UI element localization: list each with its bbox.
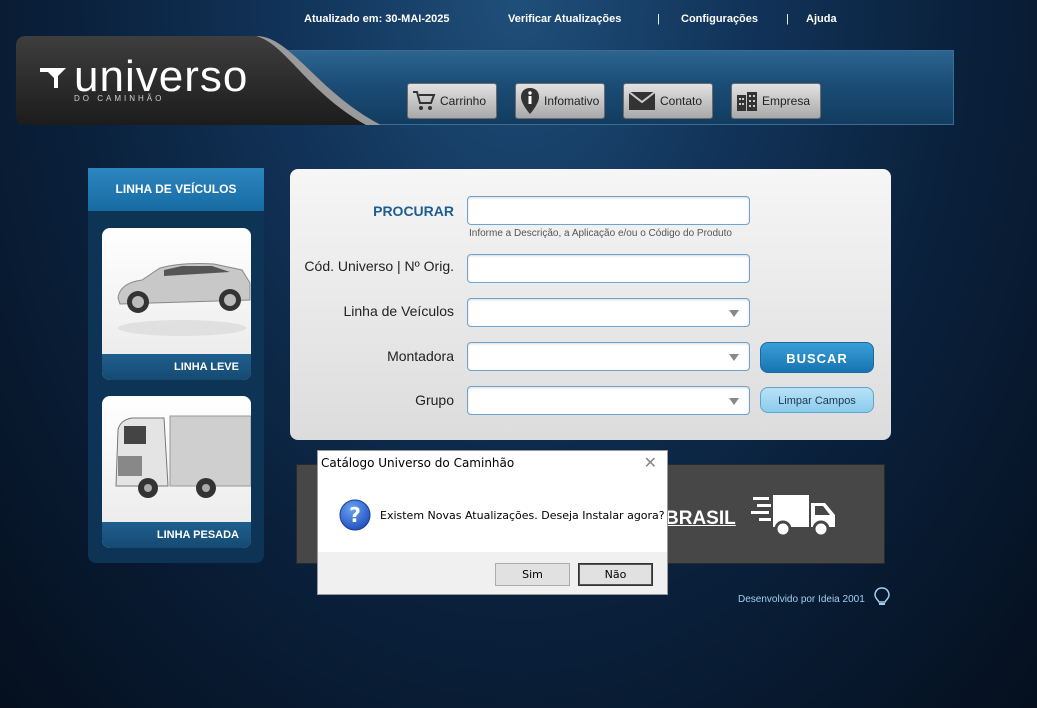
car-image bbox=[117, 263, 251, 336]
logo-subtitle: DO CAMINHÃO bbox=[74, 94, 165, 103]
info-pin-icon bbox=[521, 88, 539, 114]
sidebar-item-label: LINHA LEVE bbox=[102, 354, 251, 380]
settings-link[interactable]: Configurações bbox=[681, 13, 758, 25]
procurar-label: PROCURAR bbox=[373, 203, 454, 219]
no-button[interactable]: Não bbox=[578, 563, 653, 586]
group-label: Grupo bbox=[415, 392, 454, 408]
chevron-down-icon bbox=[729, 354, 739, 361]
dialog-title: Catálogo Universo do Caminhão bbox=[321, 456, 515, 470]
separator: | bbox=[657, 13, 660, 25]
cart-button[interactable]: Carrinho bbox=[407, 83, 497, 119]
yes-button[interactable]: Sim bbox=[495, 563, 570, 586]
chevron-down-icon bbox=[729, 310, 739, 317]
sidebar-item-label: LINHA PESADA bbox=[102, 522, 251, 548]
dialog-footer: Sim Não bbox=[318, 552, 667, 594]
update-dialog: Catálogo Universo do Caminhão ✕ ? Existe… bbox=[317, 450, 668, 595]
close-icon[interactable]: ✕ bbox=[644, 453, 657, 472]
vehicle-line-select[interactable] bbox=[467, 298, 750, 327]
delivery-truck-icon bbox=[751, 495, 835, 538]
sidebar-item-linha-pesada[interactable]: LINHA PESADA bbox=[102, 396, 251, 548]
search-button[interactable]: BUSCAR bbox=[760, 342, 874, 373]
chevron-down-icon bbox=[729, 398, 739, 405]
company-button[interactable]: Empresa bbox=[731, 83, 821, 119]
envelope-icon bbox=[628, 91, 656, 110]
contact-label: Contato bbox=[660, 94, 703, 108]
banner-text: BRASIL bbox=[665, 508, 736, 529]
building-icon bbox=[737, 92, 757, 111]
code-input[interactable] bbox=[467, 254, 750, 283]
maker-select[interactable] bbox=[467, 342, 750, 371]
truck-image bbox=[115, 415, 251, 498]
sidebar-item-linha-leve[interactable]: LINHA LEVE bbox=[102, 228, 251, 380]
clear-fields-button[interactable]: Limpar Campos bbox=[760, 387, 874, 413]
procurar-hint: Informe a Descrição, a Aplicação e/ou o … bbox=[469, 228, 732, 239]
top-bar: Atualizado em: 30-MAI-2025 Verificar Atu… bbox=[0, 0, 1037, 36]
cart-label: Carrinho bbox=[440, 94, 487, 108]
question-icon: ? bbox=[339, 499, 371, 531]
header: Carrinho Infomativo Contato Empresa univ… bbox=[16, 36, 954, 125]
sidebar-title: LINHA DE VEÍCULOS bbox=[88, 168, 264, 211]
code-label: Cód. Universo | Nº Orig. bbox=[304, 258, 454, 274]
info-button[interactable]: Infomativo bbox=[515, 83, 605, 119]
cart-icon bbox=[413, 91, 436, 110]
lightbulb-icon bbox=[874, 587, 890, 605]
search-panel: PROCURAR Informe a Descrição, a Aplicaçã… bbox=[290, 169, 891, 440]
separator: | bbox=[786, 13, 789, 25]
developer-credit[interactable]: Desenvolvido por Ideia 2001 bbox=[738, 594, 865, 605]
contact-button[interactable]: Contato bbox=[623, 83, 713, 119]
maker-label: Montadora bbox=[387, 348, 454, 364]
procurar-input[interactable] bbox=[467, 196, 750, 225]
vehicle-line-label: Linha de Veículos bbox=[343, 303, 454, 319]
vehicle-line-sidebar: LINHA DE VEÍCULOS LINHA LEVE LINHA PESAD… bbox=[88, 168, 264, 563]
help-link[interactable]: Ajuda bbox=[806, 13, 837, 25]
logo-area: universo DO CAMINHÃO bbox=[16, 36, 386, 125]
group-select[interactable] bbox=[467, 386, 750, 415]
company-label: Empresa bbox=[762, 94, 811, 108]
check-updates-link[interactable]: Verificar Atualizações bbox=[508, 13, 621, 25]
logo-mark-icon bbox=[40, 68, 66, 88]
update-date: Atualizado em: 30-MAI-2025 bbox=[304, 13, 450, 25]
dialog-message: Existem Novas Atualizações. Deseja Insta… bbox=[380, 509, 665, 522]
info-label: Infomativo bbox=[544, 94, 600, 108]
svg-text:?: ? bbox=[349, 503, 361, 527]
